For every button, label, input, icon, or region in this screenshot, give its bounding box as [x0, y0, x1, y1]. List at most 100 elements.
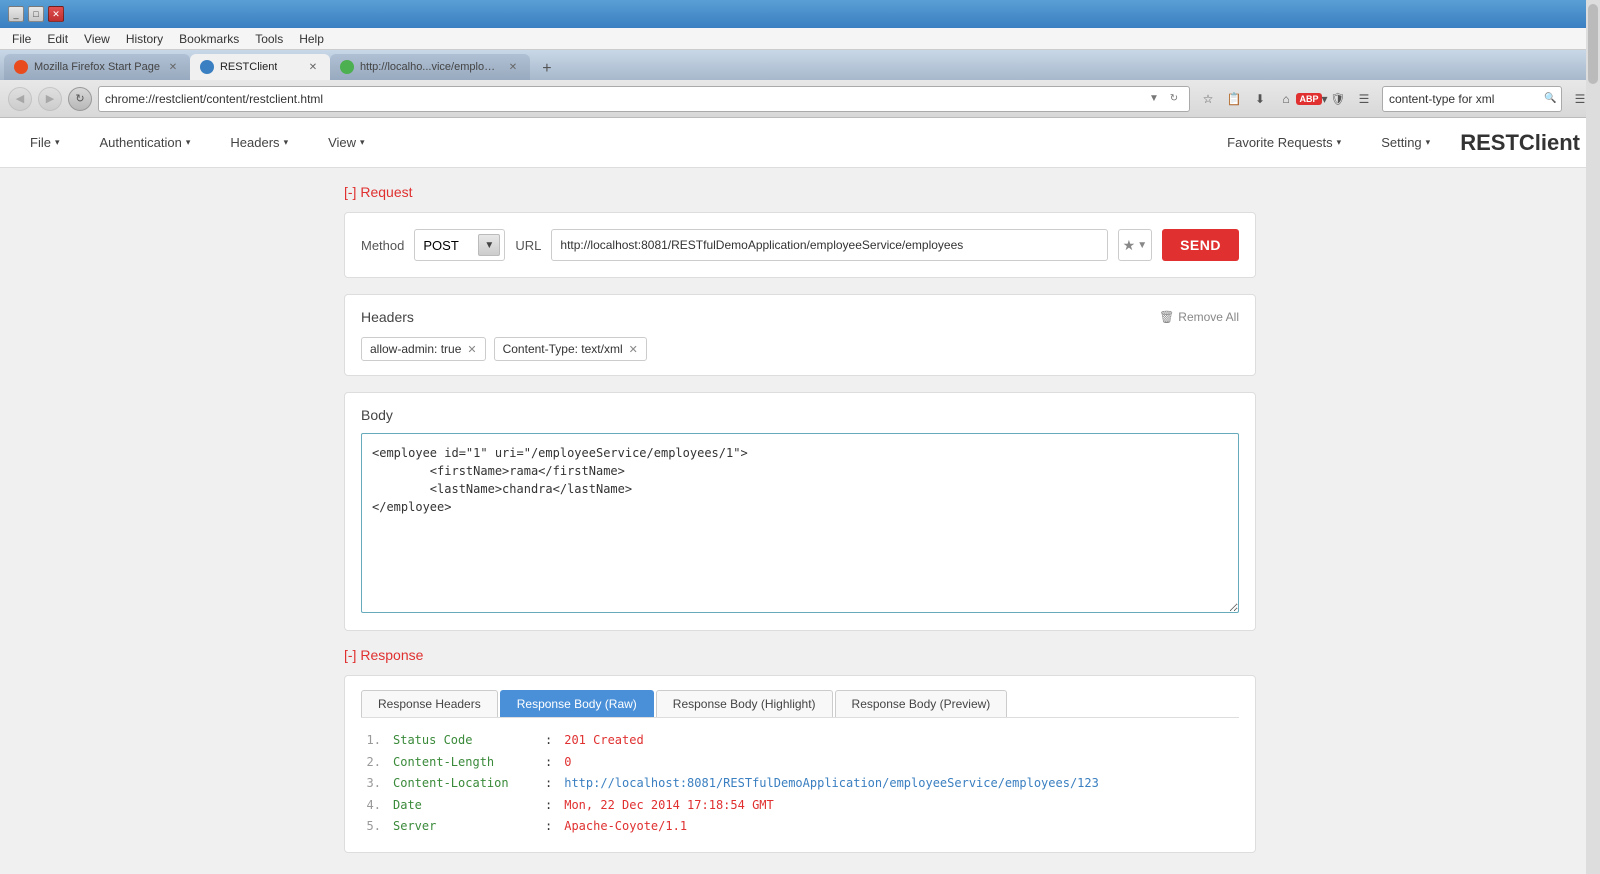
bookmark-star-icon[interactable]: ☆ [1196, 87, 1220, 111]
nav-file[interactable]: File ▾ [20, 129, 69, 156]
headers-title: Headers [361, 309, 414, 325]
reading-list-icon[interactable]: 📋 [1222, 87, 1246, 111]
favorite-star-icon[interactable]: ★ [1123, 237, 1136, 254]
resp-key-1: Content-Length [393, 752, 533, 774]
maximize-button[interactable]: □ [28, 6, 44, 22]
favorite-dropdown-icon[interactable]: ▼ [1137, 240, 1147, 251]
resp-sep-0: : [545, 730, 552, 752]
response-body: 1. Status Code : 201 Created 2. Content-… [361, 730, 1239, 838]
tab-url[interactable]: http://localho...vice/employees ✕ [330, 54, 530, 80]
header-tag-1-value: Content-Type: text/xml [503, 342, 623, 356]
restclient-icon [200, 60, 214, 74]
response-section-header: [-] Response [344, 647, 1256, 663]
nav-headers[interactable]: Headers ▾ [220, 129, 298, 156]
url-actions: ▼ ↻ [1145, 90, 1183, 108]
response-line-4: 5. Server : Apache-Coyote/1.1 [361, 816, 1239, 838]
resp-sep-4: : [545, 816, 552, 838]
forward-button[interactable]: ▶ [38, 87, 62, 111]
trash-icon: 🗑 [1159, 310, 1174, 324]
minimize-button[interactable]: _ [8, 6, 24, 22]
fav-chevron-icon: ▾ [1337, 137, 1342, 148]
scrollbar-thumb[interactable] [1588, 4, 1598, 84]
window-controls: _ □ ✕ [8, 6, 64, 22]
search-input[interactable] [1389, 92, 1544, 106]
tabs-bar: Mozilla Firefox Start Page ✕ RESTClient … [0, 50, 1600, 80]
nav-setting[interactable]: Setting ▾ [1371, 129, 1440, 156]
resp-val-0: 201 Created [564, 730, 643, 752]
url-tab-icon [340, 60, 354, 74]
request-panel: Method POST GET PUT DELETE ▼ URL ★ ▼ SEN… [344, 212, 1256, 278]
home-icon[interactable]: ⌂ [1274, 87, 1298, 111]
url-bar[interactable]: ▼ ↻ [98, 86, 1190, 112]
tab-response-body-preview[interactable]: Response Body (Preview) [835, 690, 1008, 717]
main-content: [-] Request Method POST GET PUT DELETE ▼… [320, 168, 1280, 869]
scrollbar[interactable] [1586, 0, 1600, 874]
tab-response-body-highlight[interactable]: Response Body (Highlight) [656, 690, 833, 717]
response-collapse-icon[interactable]: [-] [344, 647, 356, 663]
url-field[interactable] [551, 229, 1107, 261]
method-url-row: Method POST GET PUT DELETE ▼ URL ★ ▼ SEN… [361, 229, 1239, 261]
method-select-wrap[interactable]: POST GET PUT DELETE ▼ [414, 229, 505, 261]
resp-num-0: 1. [361, 730, 381, 752]
setting-chevron-icon: ▾ [1426, 137, 1431, 148]
response-line-3: 4. Date : Mon, 22 Dec 2014 17:18:54 GMT [361, 795, 1239, 817]
reload-icon[interactable]: ↻ [1165, 90, 1183, 108]
response-tabs: Response Headers Response Body (Raw) Res… [361, 690, 1239, 718]
url-dropdown-icon[interactable]: ▼ [1145, 90, 1163, 108]
tab-firefox[interactable]: Mozilla Firefox Start Page ✕ [4, 54, 190, 80]
header-tag-1-close[interactable]: ✕ [629, 343, 638, 356]
nav-favorite-requests[interactable]: Favorite Requests ▾ [1217, 129, 1351, 156]
send-button[interactable]: SEND [1162, 229, 1239, 261]
menu-edit[interactable]: Edit [39, 30, 76, 48]
method-dropdown-button[interactable]: ▼ [478, 234, 500, 256]
extra-icon-2[interactable]: ☰ [1352, 87, 1376, 111]
view-chevron-icon: ▾ [360, 137, 365, 148]
request-label: Request [360, 184, 412, 200]
tab-restclient-close[interactable]: ✕ [306, 60, 320, 74]
adblock-icon[interactable]: ABP▾ [1300, 87, 1324, 111]
headers-panel: Headers 🗑 Remove All allow-admin: true ✕… [344, 294, 1256, 376]
menu-tools[interactable]: Tools [247, 30, 291, 48]
resp-sep-1: : [545, 752, 552, 774]
url-input[interactable] [105, 92, 1145, 106]
browser-titlebar: _ □ ✕ [0, 0, 1600, 28]
tab-add-button[interactable]: + [534, 58, 560, 80]
remove-all-button[interactable]: 🗑 Remove All [1159, 310, 1239, 324]
menu-bookmarks[interactable]: Bookmarks [171, 30, 247, 48]
tab-response-headers[interactable]: Response Headers [361, 690, 498, 717]
app-header: File ▾ Authentication ▾ Headers ▾ View ▾… [0, 118, 1600, 168]
resp-sep-2: : [545, 773, 552, 795]
header-tags: allow-admin: true ✕ Content-Type: text/x… [361, 337, 1239, 361]
request-section-header: [-] Request [344, 184, 1256, 200]
menu-file[interactable]: File [4, 30, 39, 48]
menu-view[interactable]: View [76, 30, 118, 48]
search-bar[interactable]: 🔍 [1382, 86, 1562, 112]
menu-history[interactable]: History [118, 30, 171, 48]
menu-bar: File Edit View History Bookmarks Tools H… [0, 28, 1600, 50]
download-icon[interactable]: ⬇ [1248, 87, 1272, 111]
tab-response-body-raw[interactable]: Response Body (Raw) [500, 690, 654, 717]
close-button[interactable]: ✕ [48, 6, 64, 22]
headers-chevron-icon: ▾ [284, 137, 289, 148]
reload-button[interactable]: ↻ [68, 87, 92, 111]
back-button[interactable]: ◀ [8, 87, 32, 111]
nav-view[interactable]: View ▾ [318, 129, 374, 156]
header-tag-0-close[interactable]: ✕ [467, 343, 476, 356]
tab-firefox-close[interactable]: ✕ [166, 60, 180, 74]
extra-icon-1[interactable]: 🛡 [1326, 87, 1350, 111]
request-collapse-icon[interactable]: [-] [344, 184, 356, 200]
url-fav-wrap[interactable]: ★ ▼ [1118, 229, 1152, 261]
tab-restclient[interactable]: RESTClient ✕ [190, 54, 330, 80]
url-label: URL [515, 238, 541, 253]
auth-chevron-icon: ▾ [186, 137, 191, 148]
resp-key-2: Content-Location [393, 773, 533, 795]
body-textarea[interactable]: <employee id="1" uri="/employeeService/e… [361, 433, 1239, 613]
menu-help[interactable]: Help [291, 30, 332, 48]
response-label: Response [360, 647, 423, 663]
tab-firefox-label: Mozilla Firefox Start Page [34, 61, 160, 73]
response-line-1: 2. Content-Length : 0 [361, 752, 1239, 774]
method-select[interactable]: POST GET PUT DELETE [423, 238, 478, 253]
nav-authentication[interactable]: Authentication ▾ [89, 129, 200, 156]
tab-url-close[interactable]: ✕ [506, 60, 520, 74]
search-icon[interactable]: 🔍 [1544, 90, 1556, 108]
